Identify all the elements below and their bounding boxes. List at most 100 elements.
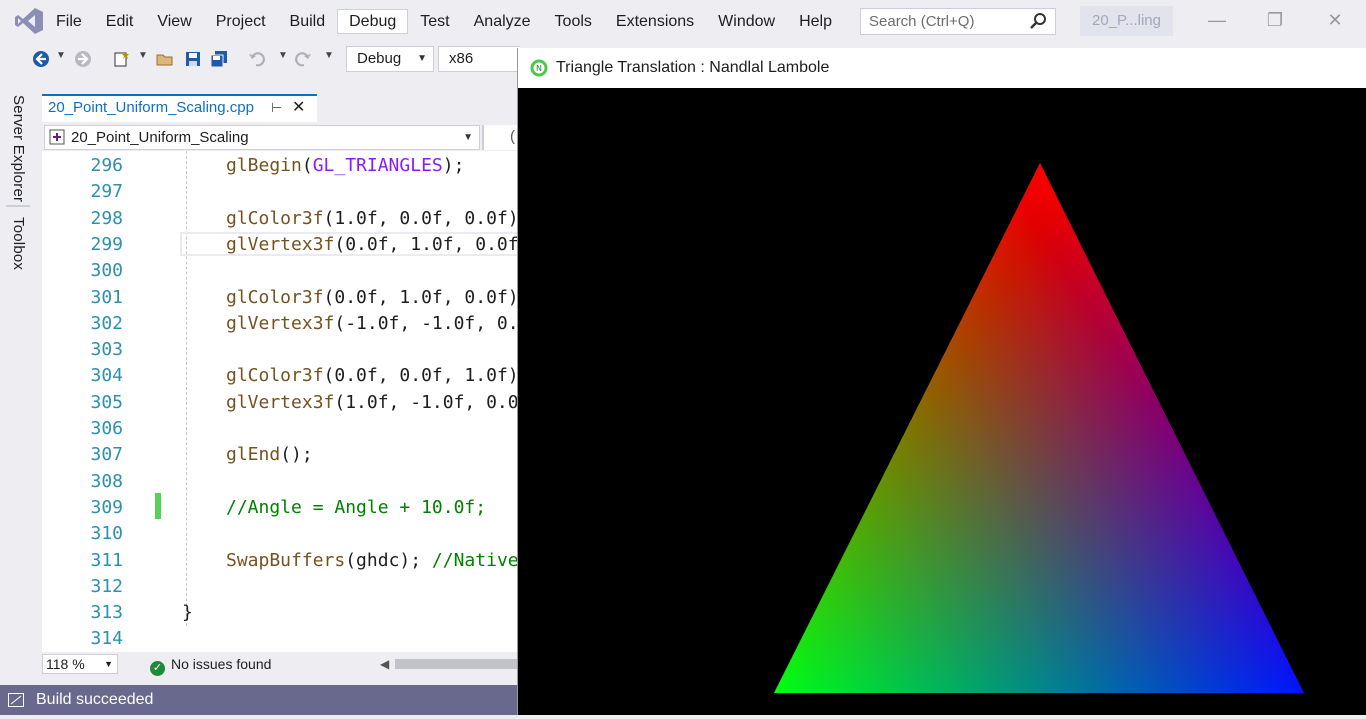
member-dropdown[interactable]: ( — [482, 125, 518, 150]
code-line[interactable]: 299 glVertex3f(0.0f, 1.0f, 0.0f — [42, 232, 518, 258]
line-number: 300 — [90, 260, 123, 282]
navigation-bar: 20_Point_Uniform_Scaling ▼ ( — [42, 124, 518, 151]
pin-icon[interactable]: ⊢ — [271, 96, 282, 120]
code-line[interactable]: 305 glVertex3f(1.0f, -1.0f, 0.0 — [42, 390, 518, 416]
minimize-icon[interactable]: — — [1206, 9, 1228, 31]
line-number: 307 — [90, 444, 123, 466]
rail-divider — [6, 205, 30, 207]
code-line[interactable]: 310 — [42, 521, 518, 547]
configuration-value: Debug — [357, 50, 402, 67]
code-editor[interactable]: 296 glBegin(GL_TRIANGLES); 297 298 glColor3f… — [42, 151, 519, 652]
scope-value: 20_Point_Uniform_Scaling — [71, 129, 249, 146]
menu-test[interactable]: Test — [408, 9, 461, 34]
code-line[interactable]: 297 — [42, 179, 518, 205]
chevron-down-icon: ▼ — [104, 659, 113, 669]
menu-debug[interactable]: Debug — [337, 9, 409, 34]
code-text: glEnd(); — [226, 444, 313, 466]
line-number: 296 — [90, 155, 123, 176]
menu-bar: File Edit View Project Build Debug Test Analyze… — [0, 0, 1366, 43]
search-placeholder: Search (Ctrl+Q) — [869, 13, 975, 30]
chevron-down-icon[interactable]: ▼ — [278, 50, 288, 61]
output-window-icon[interactable] — [8, 693, 24, 707]
editor-status-strip: 118 % ▼ ✓ No issues found ◀ — [42, 652, 518, 676]
code-text: glColor3f(0.0f, 1.0f, 0.0f) — [226, 286, 519, 308]
close-icon[interactable]: ✕ — [1324, 9, 1346, 31]
opengl-window-titlebar[interactable]: N Triangle Translation : Nandlal Lambole — [518, 48, 1366, 88]
code-line[interactable]: 306 — [42, 416, 518, 442]
code-line[interactable]: 312 — [42, 574, 518, 600]
line-number: 306 — [90, 418, 123, 439]
configuration-dropdown[interactable]: Debug ▼ — [346, 46, 434, 72]
menu-view[interactable]: View — [145, 9, 203, 34]
build-status-text: Build succeeded — [36, 691, 154, 708]
menu-window[interactable]: Window — [706, 9, 787, 34]
opengl-canvas — [518, 88, 1366, 715]
tool-window-rail: Server Explorer Toolbox — [0, 87, 42, 685]
code-text: glColor3f(0.0f, 0.0f, 1.0f) — [226, 365, 519, 387]
chevron-down-icon: ▼ — [463, 132, 473, 143]
new-project-icon[interactable] — [112, 50, 130, 68]
navigate-back-icon[interactable] — [32, 50, 50, 68]
menu-project[interactable]: Project — [204, 9, 278, 34]
menu-analyze[interactable]: Analyze — [462, 9, 543, 34]
code-line[interactable]: 304 glColor3f(0.0f, 0.0f, 1.0f) — [42, 363, 518, 389]
line-number: 305 — [90, 391, 123, 413]
gradient-triangle — [774, 163, 1304, 693]
restore-icon[interactable]: ❐ — [1264, 9, 1286, 31]
menu-file[interactable]: File — [44, 9, 94, 34]
zoom-dropdown[interactable]: 118 % ▼ — [42, 654, 118, 674]
solution-name: 20_P...ling — [1080, 6, 1173, 36]
menu-extensions[interactable]: Extensions — [604, 9, 706, 34]
code-line[interactable]: 301 glColor3f(0.0f, 1.0f, 0.0f) — [42, 285, 518, 311]
code-line[interactable]: 296 glBegin(GL_TRIANGLES); — [42, 153, 518, 179]
issues-indicator[interactable]: ✓ No issues found — [150, 652, 271, 676]
server-explorer-tab[interactable]: Server Explorer — [10, 95, 27, 202]
code-text: glVertex3f(1.0f, -1.0f, 0.0 — [226, 391, 519, 413]
scope-dropdown[interactable]: 20_Point_Uniform_Scaling ▼ — [44, 125, 480, 150]
line-number: 313 — [90, 602, 123, 624]
standard-toolbar: ▼ ▼ ▼ ▼ Debug ▼ x86 — [0, 43, 520, 76]
toolbox-tab[interactable]: Toolbox — [10, 217, 27, 270]
line-number: 309 — [90, 496, 123, 518]
line-number: 310 — [90, 523, 123, 545]
visual-studio-logo-icon[interactable] — [14, 7, 44, 35]
code-line[interactable]: 314 — [42, 626, 518, 652]
scroll-left-icon[interactable]: ◀ — [380, 652, 389, 676]
open-folder-icon[interactable] — [156, 50, 174, 68]
chevron-down-icon[interactable]: ▼ — [56, 50, 66, 61]
chevron-down-icon[interactable]: ▼ — [324, 50, 334, 61]
menu-edit[interactable]: Edit — [94, 9, 146, 34]
code-text: SwapBuffers(ghdc); //Native — [226, 549, 519, 571]
search-icon — [1030, 13, 1046, 29]
code-line[interactable]: 309 //Angle = Angle + 10.0f; — [42, 495, 518, 521]
undo-icon[interactable] — [248, 50, 266, 68]
code-line[interactable]: 307 glEnd(); — [42, 442, 518, 468]
member-value: ( — [510, 128, 515, 145]
check-circle-icon: ✓ — [150, 661, 165, 676]
close-tab-icon[interactable]: ✕ — [292, 96, 305, 120]
code-line[interactable]: 308 — [42, 469, 518, 495]
navigate-forward-icon[interactable] — [74, 50, 92, 68]
menu-help[interactable]: Help — [787, 9, 844, 34]
code-line[interactable]: 300 — [42, 258, 518, 284]
horizontal-scrollbar[interactable] — [395, 659, 518, 669]
code-line[interactable]: 302 glVertex3f(-1.0f, -1.0f, 0. — [42, 311, 518, 337]
save-icon[interactable] — [184, 50, 202, 68]
menu-tools[interactable]: Tools — [543, 9, 604, 34]
code-text: glVertex3f(-1.0f, -1.0f, 0. — [226, 312, 519, 334]
search-input[interactable]: Search (Ctrl+Q) — [860, 8, 1056, 35]
document-tab[interactable]: 20_Point_Uniform_Scaling.cpp ⊢ ✕ — [42, 94, 317, 122]
code-line[interactable]: 303 — [42, 337, 518, 363]
code-text: //Angle = Angle + 10.0f; — [226, 496, 487, 518]
redo-icon[interactable] — [294, 50, 312, 68]
code-line[interactable]: 311 SwapBuffers(ghdc); //Native — [42, 548, 518, 574]
platform-dropdown[interactable]: x86 — [438, 46, 520, 72]
save-all-icon[interactable] — [210, 50, 228, 68]
chevron-down-icon[interactable]: ▼ — [138, 50, 148, 61]
opengl-window[interactable]: N Triangle Translation : Nandlal Lambole — [517, 48, 1366, 715]
code-line[interactable]: 313} — [42, 600, 518, 626]
code-text: } — [182, 602, 193, 624]
line-number: 302 — [90, 312, 123, 334]
code-line[interactable]: 298 glColor3f(1.0f, 0.0f, 0.0f) — [42, 206, 518, 232]
menu-build[interactable]: Build — [278, 9, 338, 34]
